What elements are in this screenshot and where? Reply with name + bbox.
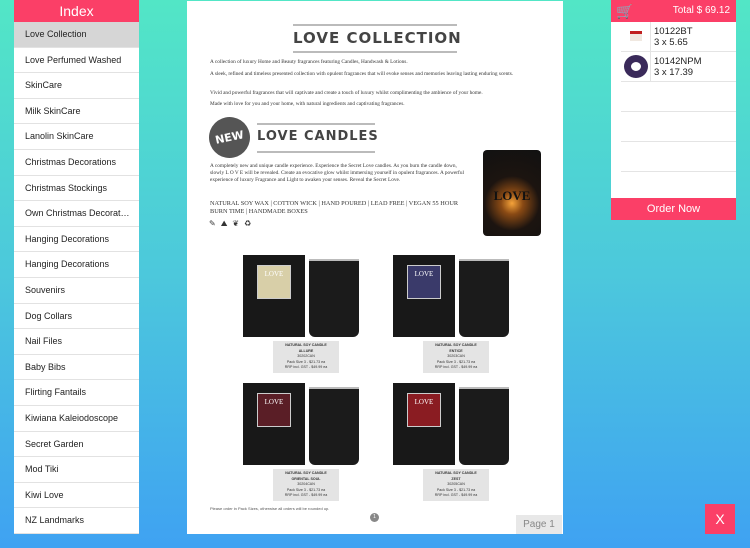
section-title: LOVE CANDLES	[257, 129, 379, 144]
product-box: LOVE	[243, 383, 305, 465]
cart-icon[interactable]: 🛒	[616, 3, 633, 19]
product-card[interactable]: LOVE NATURAL SOY CANDLE ENTICE 30203CAN Pack…	[393, 255, 533, 375]
neck-pillow-thumbnail	[621, 52, 651, 81]
cart-item[interactable]: 10142NPM 3 x 17.39	[621, 52, 736, 82]
cart-panel: 🛒 Total $ 69.12 10122BT 3 x 5.65 10142NPM 3…	[611, 0, 736, 220]
product-box: LOVE	[243, 255, 305, 337]
product-box: LOVE	[393, 255, 455, 337]
sidebar-item[interactable]: Christmas Decorations	[14, 150, 139, 176]
paragraph: Made with love for you and your home, wi…	[210, 101, 405, 107]
item-code: 10122BT	[654, 26, 693, 37]
candle-image: LOVE	[483, 150, 541, 236]
sidebar-item[interactable]: Nail Files	[14, 329, 139, 355]
new-badge: NEW	[205, 113, 254, 162]
product-card[interactable]: LOVE NATURAL SOY CANDLE ZEST 30205CAN Pack S…	[393, 383, 533, 503]
sidebar-item[interactable]: Christmas Stockings	[14, 176, 139, 202]
sidebar-item[interactable]: Souvenirs	[14, 278, 139, 304]
sidebar-item[interactable]: SkinCare	[14, 73, 139, 99]
sidebar-item[interactable]: Secret Garden	[14, 432, 139, 458]
feature-icons: ✎⛰❦♻	[209, 219, 257, 228]
product-card[interactable]: LOVE NATURAL SOY CANDLE ORIENTAL SOUL 30204…	[243, 383, 383, 503]
product-box: LOVE	[393, 383, 455, 465]
page-button[interactable]: Page 1	[516, 515, 562, 534]
item-qty: 3 x 17.39	[654, 67, 694, 78]
candle-description: A completely new and unique candle exper…	[210, 163, 464, 183]
candle-jar	[309, 387, 359, 465]
index-sidebar: Index Love Collection Love Perfumed Washe…	[14, 0, 139, 534]
product-caption: NATURAL SOY CANDLE ORIENTAL SOUL 30204CAN P…	[273, 469, 339, 501]
product-caption: NATURAL SOY CANDLE ZEST 30205CAN Pack Size …	[423, 469, 489, 501]
order-note: Please order in Pack Sizes, otherwise al…	[210, 506, 330, 511]
candle-jar	[309, 259, 359, 337]
product-card[interactable]: LOVE NATURAL SOY CANDLE ALLURE 30202CAN Pack…	[243, 255, 383, 375]
sidebar-item[interactable]: Kiwiana Kaleiodoscope	[14, 406, 139, 432]
page-title: LOVE COLLECTION	[293, 29, 462, 47]
cart-total: Total $ 69.12	[672, 5, 730, 16]
item-code: 10142NPM	[654, 56, 702, 67]
index-title: Index	[14, 0, 139, 22]
catalog-page: LOVE COLLECTION A collection of luxury H…	[187, 1, 563, 534]
features: NATURAL SOY WAX | COTTON WICK | HAND POU…	[210, 200, 459, 215]
cart-item[interactable]: 10122BT 3 x 5.65	[621, 22, 736, 52]
sidebar-item[interactable]: Hanging Decorations	[14, 252, 139, 278]
candle-jar	[459, 259, 509, 337]
sidebar-item[interactable]: Own Christmas Decorations	[14, 201, 139, 227]
sidebar-item[interactable]: Milk SkinCare	[14, 99, 139, 125]
sidebar-item[interactable]: Mod Tiki	[14, 457, 139, 483]
paragraph: A sleek, refined and timeless presented …	[210, 71, 514, 77]
sidebar-item[interactable]: Flirting Fantails	[14, 380, 139, 406]
sidebar-item[interactable]: Dog Collars	[14, 304, 139, 330]
gift-box-thumbnail	[621, 22, 651, 51]
sidebar-item[interactable]: Kiwi Love	[14, 483, 139, 509]
candle-jar	[459, 387, 509, 465]
sidebar-item[interactable]: NZ Landmarks	[14, 508, 139, 534]
sidebar-item[interactable]: Baby Bibs	[14, 355, 139, 381]
product-caption: NATURAL SOY CANDLE ENTICE 30203CAN Pack Siz…	[423, 341, 489, 373]
order-now-button[interactable]: Order Now	[611, 198, 736, 220]
sidebar-item[interactable]: Love Collection	[14, 22, 139, 48]
product-caption: NATURAL SOY CANDLE ALLURE 30202CAN Pack Siz…	[273, 341, 339, 373]
sidebar-item[interactable]: Love Perfumed Washed	[14, 48, 139, 74]
page-indicator[interactable]: 1	[370, 513, 379, 522]
sidebar-item[interactable]: Hanging Decorations	[14, 227, 139, 253]
paragraph: Vivid and powerful fragrances that will …	[210, 90, 483, 96]
close-button[interactable]: X	[705, 504, 735, 534]
paragraph: A collection of luxury Home and Beauty f…	[210, 59, 408, 65]
item-qty: 3 x 5.65	[654, 37, 688, 48]
sidebar-item[interactable]: Lanolin SkinCare	[14, 124, 139, 150]
